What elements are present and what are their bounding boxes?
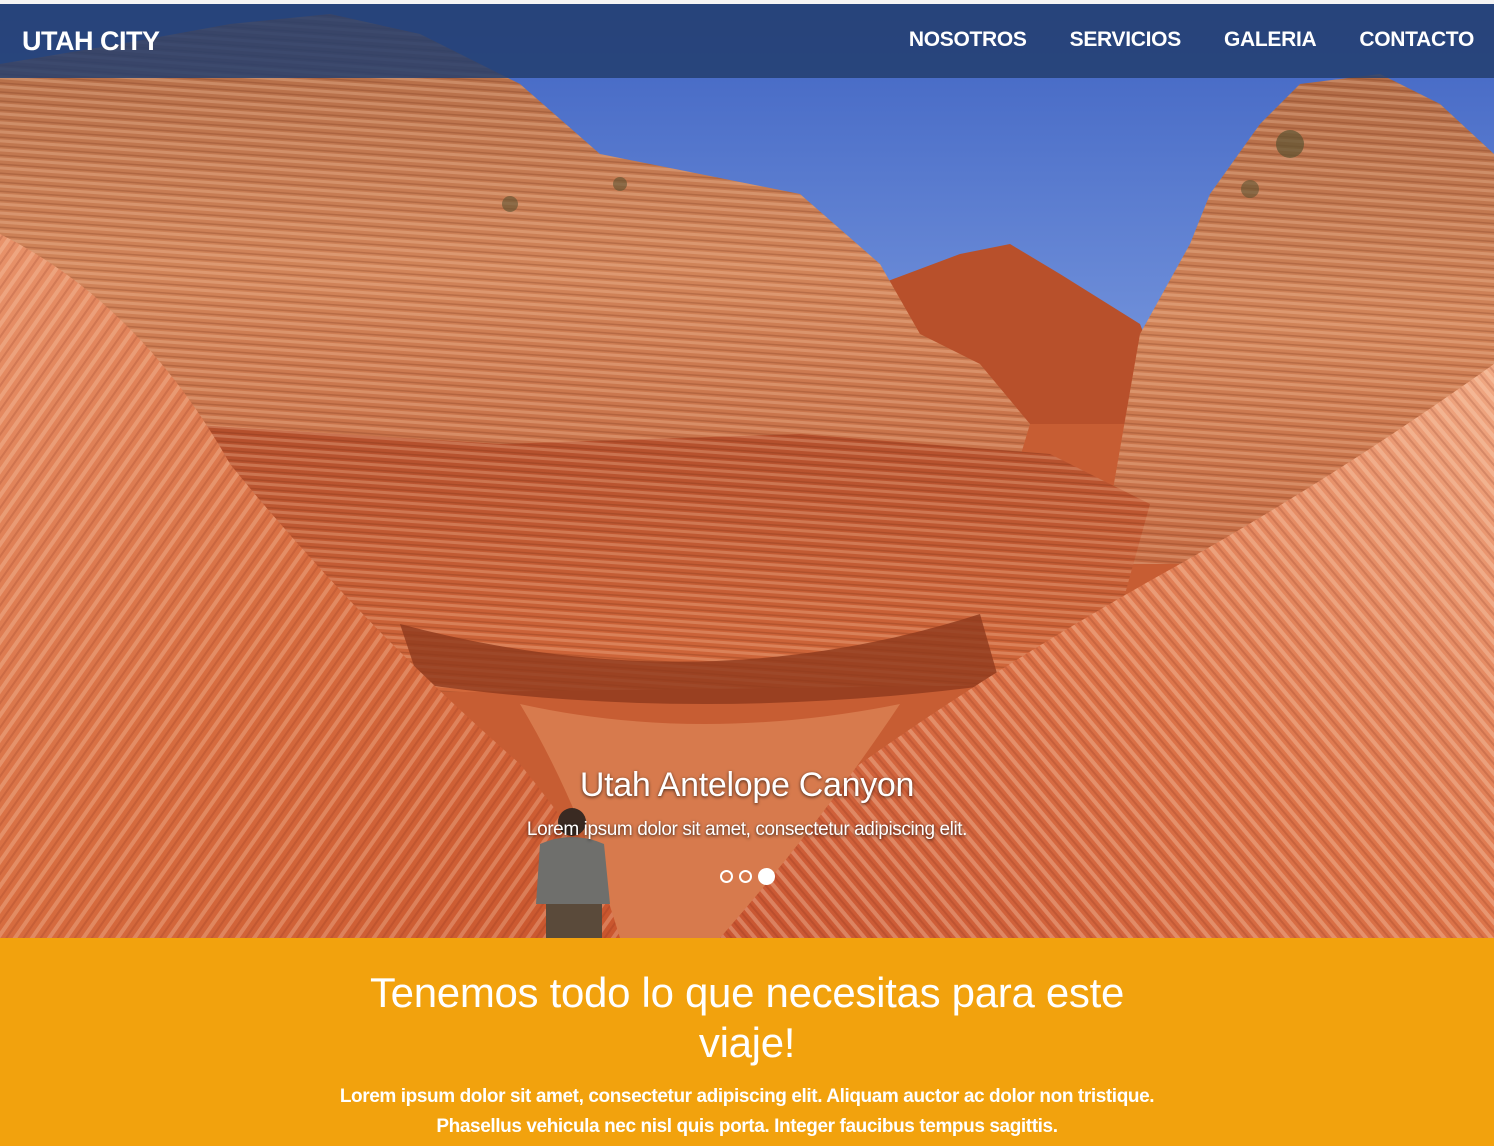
- brand-logo-link[interactable]: UTAH CITY: [22, 26, 160, 57]
- nav-link-contacto[interactable]: CONTACTO: [1359, 28, 1474, 52]
- nav-link-galeria[interactable]: GALERIA: [1224, 28, 1317, 52]
- nav-links: NOSOTROS SERVICIOS GALERIA CONTACTO: [866, 28, 1474, 52]
- window-top-edge: [0, 0, 1494, 4]
- nav-link-servicios[interactable]: SERVICIOS: [1070, 28, 1182, 52]
- carousel-caption-title: Utah Antelope Canyon: [579, 766, 915, 804]
- carousel-indicator-1[interactable]: [719, 870, 733, 883]
- promo-text: Lorem ipsum dolor sit amet, consectetur …: [339, 1086, 1155, 1137]
- carousel-indicator-3-active[interactable]: [757, 868, 775, 885]
- promo-heading: Tenemos todo lo que necesitas para este …: [369, 969, 1125, 1066]
- navbar: UTAH CITY NOSOTROS SERVICIOS GALERIA CON…: [0, 4, 1494, 78]
- page: UTAH CITY NOSOTROS SERVICIOS GALERIA CON…: [0, 0, 1494, 1146]
- carousel-indicator-2[interactable]: [738, 870, 752, 883]
- carousel-indicators: [0, 868, 1494, 885]
- carousel-caption: Utah Antelope Canyon Lorem ipsum dolor s…: [0, 766, 1494, 841]
- carousel-caption-text: Lorem ipsum dolor sit amet, consectetur …: [526, 819, 968, 840]
- nav-link-nosotros[interactable]: NOSOTROS: [909, 28, 1027, 52]
- promo-section: Tenemos todo lo que necesitas para este …: [0, 938, 1494, 1146]
